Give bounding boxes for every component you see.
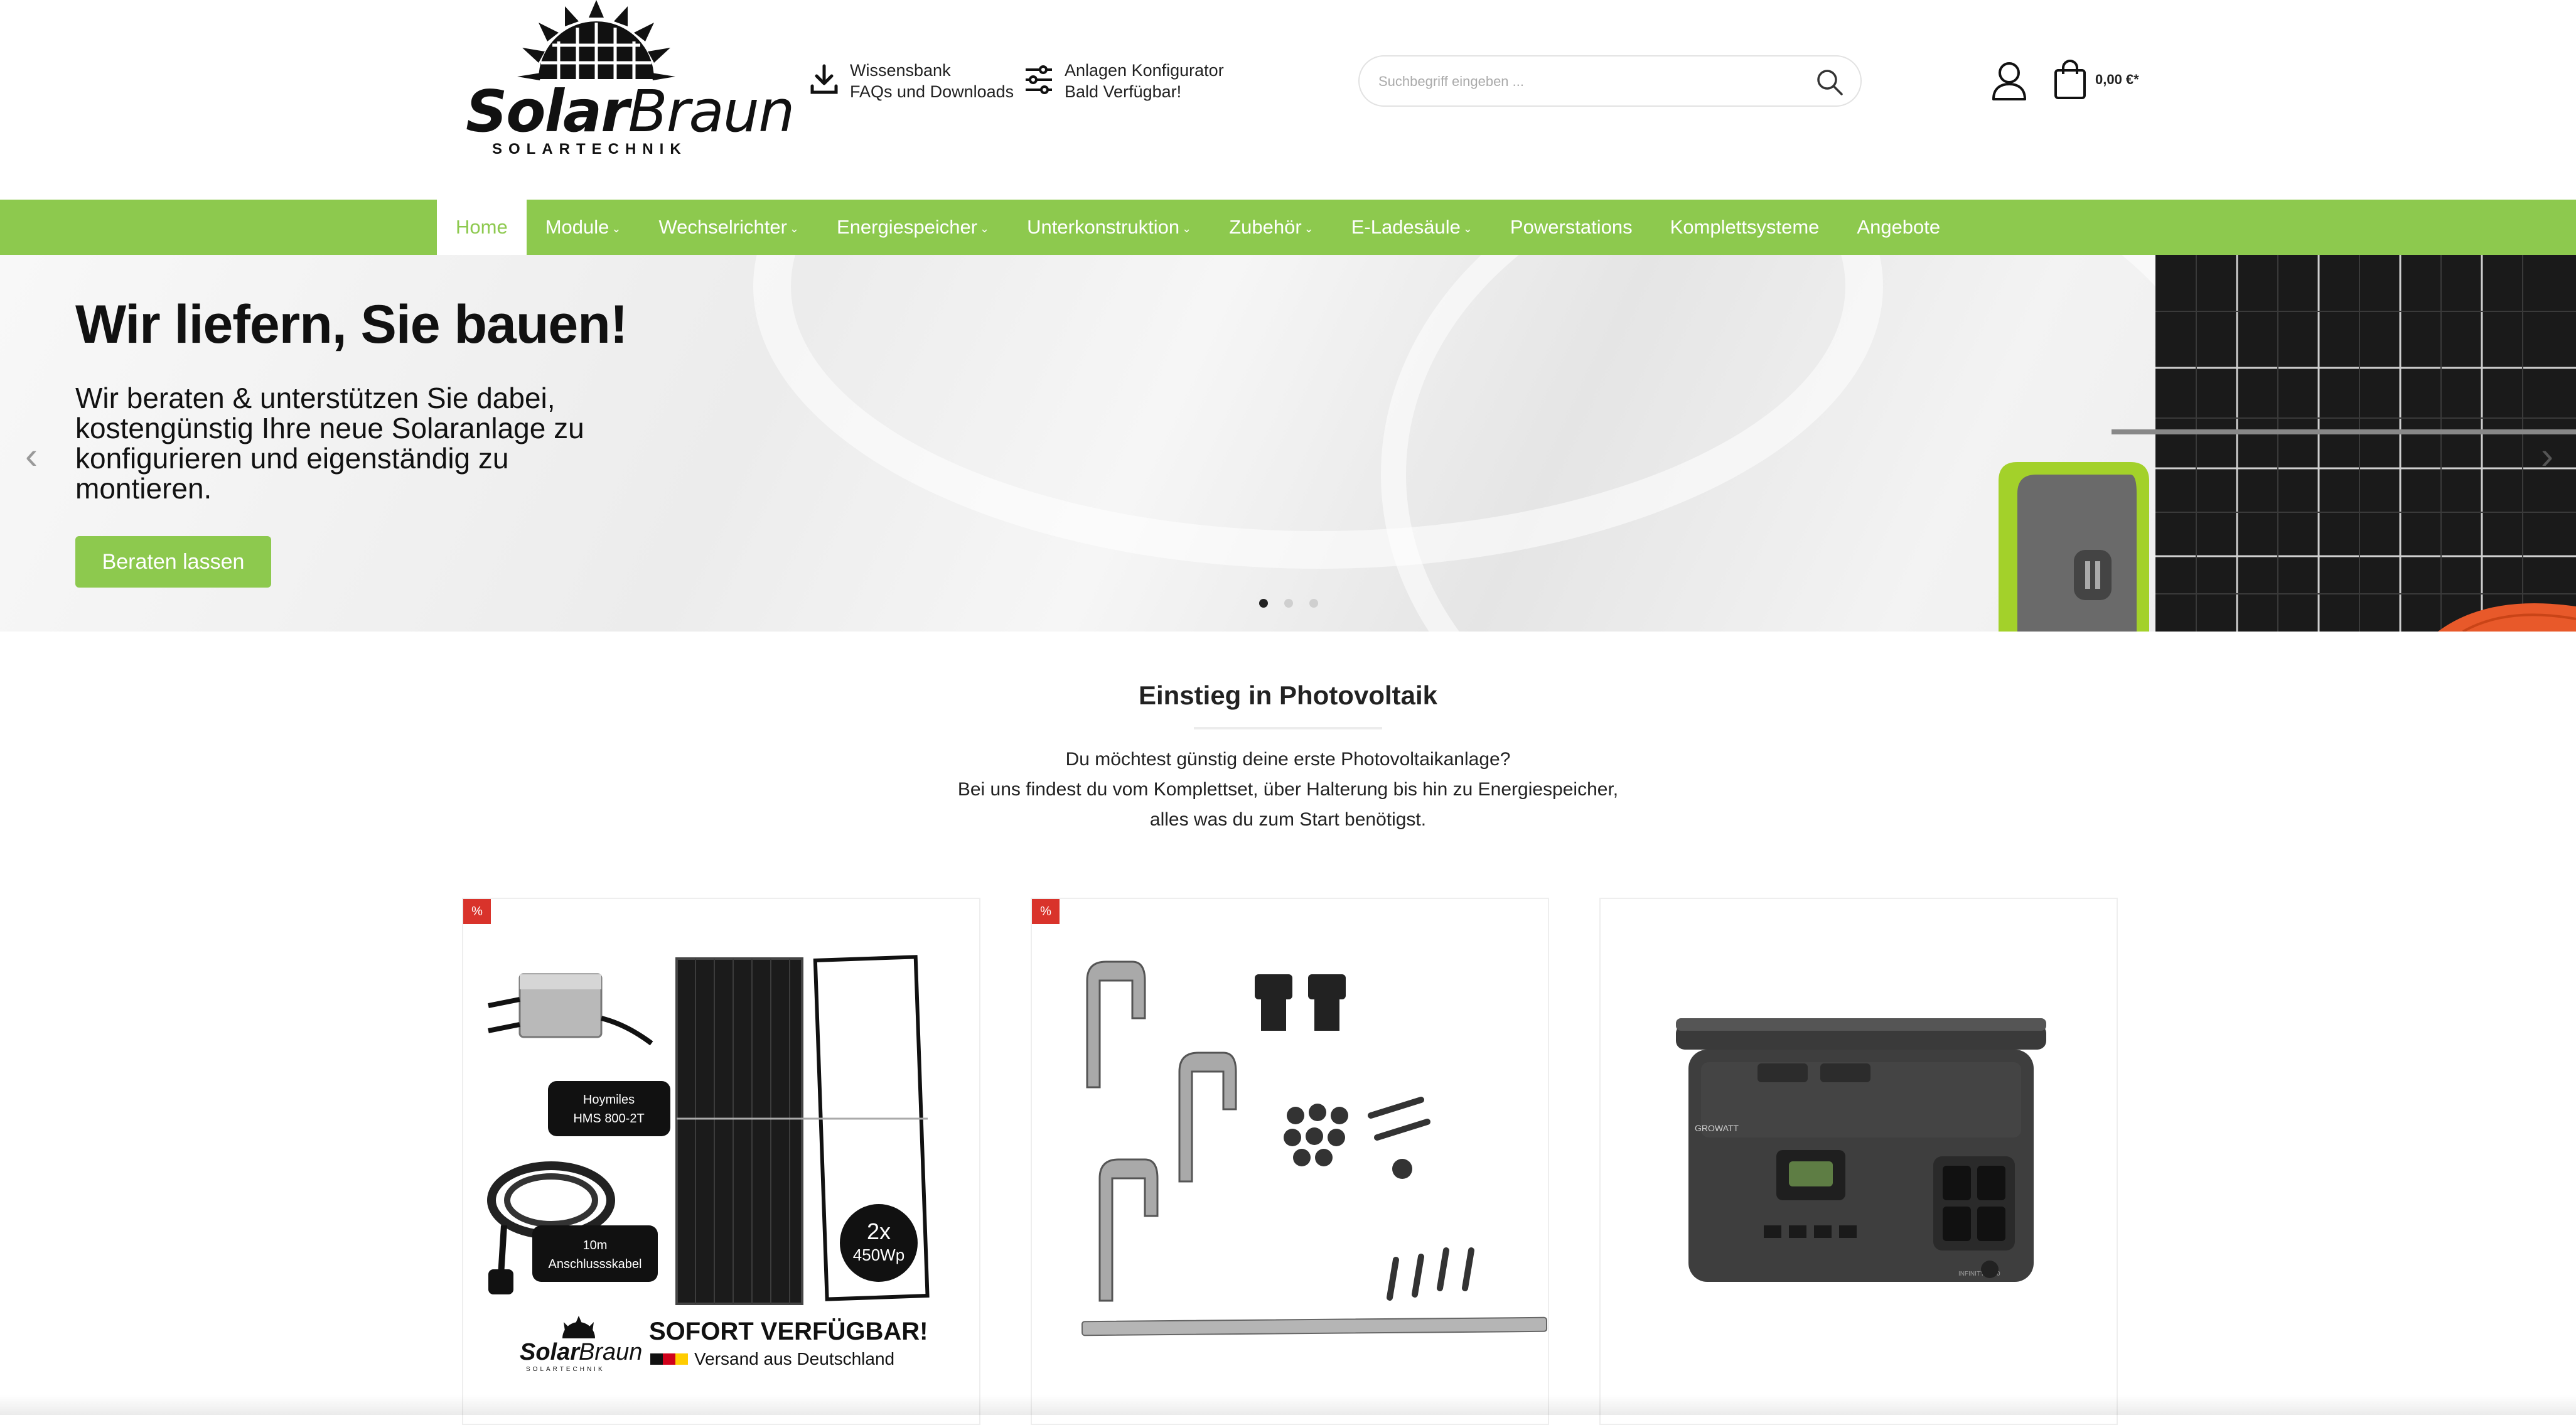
product-image-mounting-kit bbox=[1081, 960, 1548, 1336]
consultation-button[interactable]: Beraten lassen bbox=[75, 536, 271, 588]
download-icon bbox=[810, 64, 838, 94]
configurator-link[interactable]: Anlagen Konfigurator Bald Verfügbar! bbox=[1024, 60, 1224, 102]
nav-item-label: Energiespeicher bbox=[837, 216, 978, 238]
account-icon[interactable] bbox=[1990, 60, 2029, 102]
nav-item-label: Komplettsysteme bbox=[1670, 216, 1820, 238]
search-bar bbox=[1358, 55, 1862, 107]
product-card[interactable]: GROWATT INFINITY 1500 bbox=[1599, 898, 2118, 1425]
card-brand-thin: Braun bbox=[579, 1339, 642, 1365]
description-line: Du möchtest günstig deine erste Photovol… bbox=[1065, 749, 1511, 770]
site-header: SolarBraun SOLARTECHNIK Wissensbank FAQs… bbox=[0, 0, 2576, 200]
slider-dots bbox=[1259, 599, 1318, 608]
cart-amount: 0,00 €* bbox=[2095, 72, 2139, 87]
search-icon[interactable] bbox=[1815, 68, 1844, 97]
nav-item-powerstations[interactable]: Powerstations bbox=[1491, 200, 1651, 255]
slider-dot[interactable] bbox=[1284, 599, 1293, 608]
nav-item-komplettsysteme[interactable]: Komplettsysteme bbox=[1651, 200, 1838, 255]
inverter-label: Hoymiles bbox=[583, 1093, 635, 1107]
device-brand-label: GROWATT bbox=[1695, 1123, 1739, 1133]
product-card[interactable]: Hoymiles HMS 800-2T 10m Anschlussskabel … bbox=[462, 898, 980, 1425]
knowledge-base-subtitle: FAQs und Downloads bbox=[850, 82, 1014, 101]
chevron-down-icon: ⌄ bbox=[1462, 222, 1473, 235]
slider-next-icon[interactable]: › bbox=[2541, 437, 2553, 475]
brand-tagline: SOLARTECHNIK bbox=[492, 141, 687, 158]
nav-item-unterkonstruktion[interactable]: Unterkonstruktion ⌄ bbox=[1008, 200, 1210, 255]
nav-item-label: Powerstations bbox=[1510, 216, 1633, 238]
chevron-down-icon: ⌄ bbox=[789, 222, 800, 235]
section-divider bbox=[1194, 727, 1382, 729]
configurator-subtitle: Bald Verfügbar! bbox=[1065, 82, 1182, 101]
chevron-down-icon: ⌄ bbox=[980, 222, 990, 235]
nav-item-e-ladesäule[interactable]: E-Ladesäule ⌄ bbox=[1333, 200, 1491, 255]
discount-badge: % bbox=[463, 899, 491, 924]
product-image-powerstation: GROWATT INFINITY 1500 bbox=[1676, 1018, 2046, 1282]
nav-item-home[interactable]: Home bbox=[437, 200, 527, 255]
brand-name[interactable]: SolarBraun bbox=[466, 80, 795, 143]
hero-text: Wir beraten & unterstützen Sie dabei, ko… bbox=[75, 382, 584, 505]
nav-item-label: Zubehör bbox=[1229, 216, 1302, 238]
nav-item-energiespeicher[interactable]: Energiespeicher ⌄ bbox=[818, 200, 1008, 255]
discount-badge: % bbox=[1032, 899, 1060, 924]
hero-title: Wir liefern, Sie bauen! bbox=[75, 294, 628, 355]
chevron-down-icon: ⌄ bbox=[1304, 222, 1314, 235]
sliders-icon bbox=[1026, 65, 1052, 94]
slider-dot[interactable] bbox=[1309, 599, 1318, 608]
knowledge-base-title: Wissensbank bbox=[850, 61, 951, 80]
nav-item-label: Home bbox=[456, 216, 508, 238]
nav-item-angebote[interactable]: Angebote bbox=[1838, 200, 1959, 255]
search-input[interactable] bbox=[1377, 67, 1791, 97]
shopping-bag-icon bbox=[2054, 60, 2086, 99]
main-navigation: Home Module ⌄ Wechselrichter ⌄ Energiespeiche… bbox=[0, 200, 2576, 255]
description-line: alles was du zum Start benötigst. bbox=[1149, 809, 1427, 830]
promo-title: SOFORT VERFÜGBAR! bbox=[649, 1317, 928, 1345]
nav-item-label: Angebote bbox=[1857, 216, 1941, 238]
nav-item-label: E-Ladesäule bbox=[1351, 216, 1461, 238]
card-brand-bold: Solar bbox=[520, 1339, 581, 1365]
cable-label: Anschlussskabel bbox=[549, 1257, 642, 1271]
hero-slider: Wir liefern, Sie bauen! Wir beraten & un… bbox=[0, 255, 2576, 632]
slider-prev-icon[interactable]: ‹ bbox=[25, 437, 38, 475]
chevron-down-icon: ⌄ bbox=[611, 222, 621, 235]
panel-count-label: 2x bbox=[867, 1218, 891, 1244]
section-description: Du möchtest günstig deine erste Photovol… bbox=[0, 745, 2576, 835]
knowledge-base-link[interactable]: Wissensbank FAQs und Downloads bbox=[810, 60, 1014, 102]
product-image-solar-kit: Hoymiles HMS 800-2T 10m Anschlussskabel … bbox=[487, 955, 930, 1373]
nav-item-module[interactable]: Module ⌄ bbox=[527, 200, 640, 255]
inverter-model-label: HMS 800-2T bbox=[573, 1112, 644, 1126]
product-card[interactable]: % bbox=[1031, 898, 1549, 1425]
nav-item-label: Wechselrichter bbox=[658, 216, 787, 238]
card-brand-tagline: SOLARTECHNIK bbox=[526, 1366, 605, 1373]
section-title: Einstieg in Photovoltaik bbox=[1138, 680, 1438, 710]
cable-length-label: 10m bbox=[583, 1239, 608, 1252]
nav-list: Home Module ⌄ Wechselrichter ⌄ Energiespeiche… bbox=[437, 200, 1959, 255]
chevron-down-icon: ⌄ bbox=[1182, 222, 1192, 235]
nav-item-label: Module bbox=[545, 216, 609, 238]
slider-dot[interactable] bbox=[1259, 599, 1268, 608]
description-line: Bei uns findest du vom Komplettset, über… bbox=[957, 779, 1619, 800]
panel-power-label: 450Wp bbox=[853, 1245, 904, 1264]
configurator-title: Anlagen Konfigurator bbox=[1065, 61, 1224, 80]
nav-item-zubehör[interactable]: Zubehör ⌄ bbox=[1210, 200, 1333, 255]
hero-product-image bbox=[1999, 255, 2576, 632]
nav-item-label: Unterkonstruktion bbox=[1027, 216, 1180, 238]
nav-item-wechselrichter[interactable]: Wechselrichter ⌄ bbox=[640, 200, 818, 255]
cart-button[interactable]: 0,00 €* bbox=[2053, 59, 2139, 100]
promo-subtitle: Versand aus Deutschland bbox=[694, 1349, 894, 1369]
